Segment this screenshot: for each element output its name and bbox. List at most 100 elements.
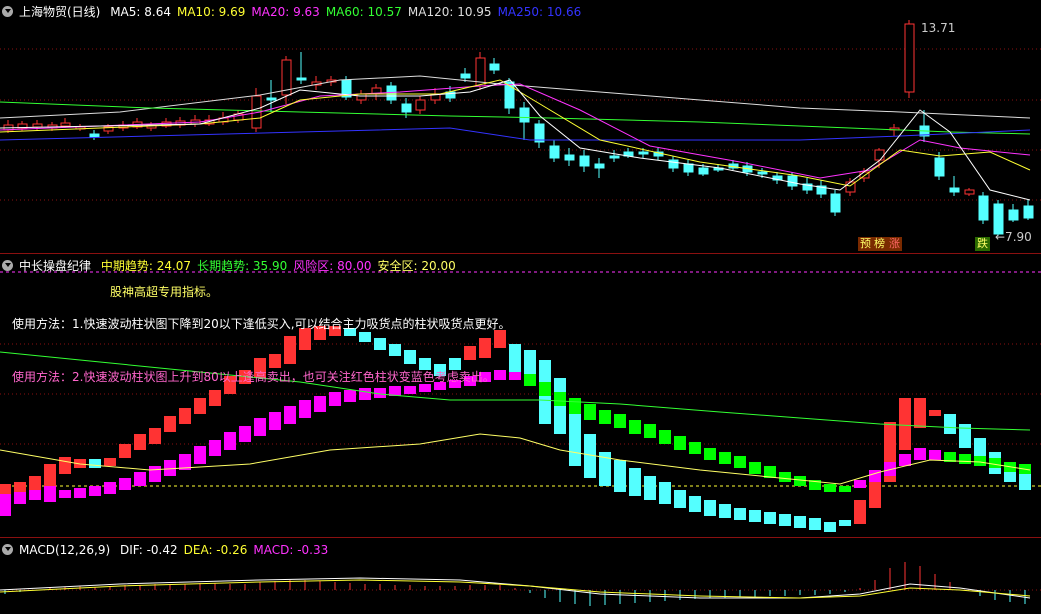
slow-trend-bar bbox=[719, 452, 731, 464]
candle bbox=[594, 158, 605, 178]
slow-trend-bar bbox=[914, 448, 926, 460]
slow-trend-bar bbox=[539, 382, 551, 396]
chart-menu-icon[interactable] bbox=[2, 6, 13, 17]
indicator-legend-item-1: 长期趋势: 35.90 bbox=[197, 259, 288, 273]
slow-trend-bar bbox=[419, 384, 431, 392]
slow-trend-bar bbox=[959, 454, 971, 464]
indicator-legend-item-2: 风险区: 80.00 bbox=[293, 259, 372, 273]
ma120-line bbox=[0, 75, 1031, 119]
ma-legend: MA5: 8.64 MA10: 9.69 MA20: 9.63 MA60: 10.57… bbox=[110, 5, 587, 19]
indicator-legend-item-0: 中期趋势: 24.07 bbox=[100, 259, 192, 273]
candle bbox=[190, 115, 201, 127]
candle bbox=[683, 160, 694, 176]
stock-title: 上海物贸(日线) bbox=[19, 5, 101, 19]
ma10-line bbox=[0, 79, 1031, 187]
candle bbox=[772, 172, 783, 184]
fast-wave-bar bbox=[194, 398, 206, 414]
fast-wave-bar bbox=[929, 410, 941, 416]
candlestick-chart[interactable] bbox=[0, 0, 1041, 253]
slow-trend-bar bbox=[704, 448, 716, 460]
slow-trend-bar bbox=[299, 400, 311, 418]
fast-wave-bar bbox=[494, 330, 506, 348]
candle bbox=[549, 140, 560, 162]
indicator-note-title: 股神高超专用指标。 bbox=[110, 285, 219, 299]
slow-trend-bar bbox=[989, 458, 1001, 468]
ma5-line bbox=[0, 79, 1031, 201]
candle bbox=[579, 150, 590, 172]
slow-trend-bar bbox=[554, 392, 566, 406]
fast-wave-bar bbox=[104, 458, 116, 466]
fast-wave-bar bbox=[509, 344, 521, 374]
slow-trend-bar bbox=[29, 490, 41, 500]
candle bbox=[356, 90, 367, 104]
candle bbox=[816, 180, 827, 198]
slow-trend-bar bbox=[134, 472, 146, 486]
fast-wave-bar bbox=[914, 398, 926, 428]
candle bbox=[519, 102, 530, 140]
slow-trend-bar bbox=[329, 392, 341, 406]
signal-tag-yu: 预 bbox=[858, 237, 873, 251]
fast-wave-bar bbox=[374, 338, 386, 350]
candle bbox=[534, 120, 545, 148]
macd-header: MACD(12,26,9) DIF: -0.42 DEA: -0.26 MACD: … bbox=[2, 541, 340, 559]
slow-trend-bar bbox=[164, 460, 176, 476]
fast-wave-bar bbox=[944, 414, 956, 434]
slow-trend-bar bbox=[629, 420, 641, 434]
slow-trend-bar bbox=[44, 486, 56, 502]
signal-tag-die: 跌 bbox=[975, 237, 990, 251]
signal-tag-zhang: 涨 bbox=[887, 237, 902, 251]
fast-wave-bar bbox=[44, 464, 56, 486]
slow-trend-bar bbox=[209, 440, 221, 456]
indicator-legend-item-3: 安全区: 20.00 bbox=[377, 259, 456, 273]
slow-trend-bar bbox=[344, 390, 356, 402]
ma-legend-item-5: MA250: 10.66 bbox=[497, 5, 582, 19]
candle bbox=[564, 148, 575, 166]
slow-trend-bar bbox=[359, 388, 371, 400]
slow-trend-bar bbox=[239, 426, 251, 442]
candle bbox=[430, 88, 441, 104]
candle bbox=[89, 130, 100, 140]
fast-wave-bar bbox=[464, 346, 476, 360]
slow-trend-bar bbox=[659, 430, 671, 444]
fast-wave-bar bbox=[179, 408, 191, 424]
fast-wave-bar bbox=[659, 482, 671, 504]
slow-trend-bar bbox=[584, 404, 596, 420]
macd-panel[interactable]: MACD(12,26,9) DIF: -0.42 DEA: -0.26 MACD: … bbox=[0, 537, 1041, 614]
candle bbox=[904, 20, 915, 98]
slow-trend-bar bbox=[854, 480, 866, 488]
slow-trend-bar bbox=[404, 386, 416, 394]
slow-trend-bar bbox=[644, 424, 656, 438]
fast-wave-bar bbox=[389, 344, 401, 356]
ma60-line bbox=[0, 101, 1031, 135]
slow-trend-bar bbox=[974, 456, 986, 466]
slow-trend-bar bbox=[254, 418, 266, 436]
ma-legend-item-0: MA5: 8.64 bbox=[110, 5, 171, 19]
slow-trend-bar bbox=[824, 484, 836, 492]
candle bbox=[132, 118, 143, 129]
candle bbox=[296, 52, 307, 84]
indicator-legend: 中期趋势: 24.07 长期趋势: 35.90 风险区: 80.00 安全区: 20.… bbox=[101, 259, 462, 273]
fast-wave-bar bbox=[629, 468, 641, 496]
fast-wave-bar bbox=[899, 398, 911, 450]
fast-wave-bar bbox=[59, 457, 71, 474]
fast-wave-bar bbox=[644, 476, 656, 500]
slow-trend-bar bbox=[119, 478, 131, 490]
slow-trend-bar bbox=[749, 462, 761, 474]
fast-wave-bar bbox=[614, 460, 626, 492]
low-price-label: ←7.90 bbox=[995, 230, 1032, 244]
fast-wave-bar bbox=[689, 496, 701, 512]
macd-menu-icon[interactable] bbox=[2, 544, 13, 555]
indicator-menu-icon[interactable] bbox=[2, 260, 13, 271]
candle bbox=[371, 84, 382, 100]
candle bbox=[830, 190, 841, 216]
indicator-panel[interactable]: 中长操盘纪律 中期趋势: 24.07 长期趋势: 35.90 风险区: 80.00 安… bbox=[0, 253, 1041, 537]
macd-legend-item-2: MACD: -0.33 bbox=[253, 543, 329, 557]
slow-trend-bar bbox=[149, 466, 161, 482]
candle bbox=[75, 124, 86, 131]
slow-trend-bar bbox=[269, 412, 281, 430]
macd-legend-item-0: DIF: -0.42 bbox=[119, 543, 178, 557]
slow-trend-bar bbox=[314, 396, 326, 412]
slow-trend-bar bbox=[794, 476, 806, 486]
macd-legend: DIF: -0.42 DEA: -0.26 MACD: -0.33 bbox=[120, 543, 334, 557]
main-chart-panel[interactable]: 上海物贸(日线) MA5: 8.64 MA10: 9.69 MA20: 9.63 MA… bbox=[0, 0, 1041, 253]
